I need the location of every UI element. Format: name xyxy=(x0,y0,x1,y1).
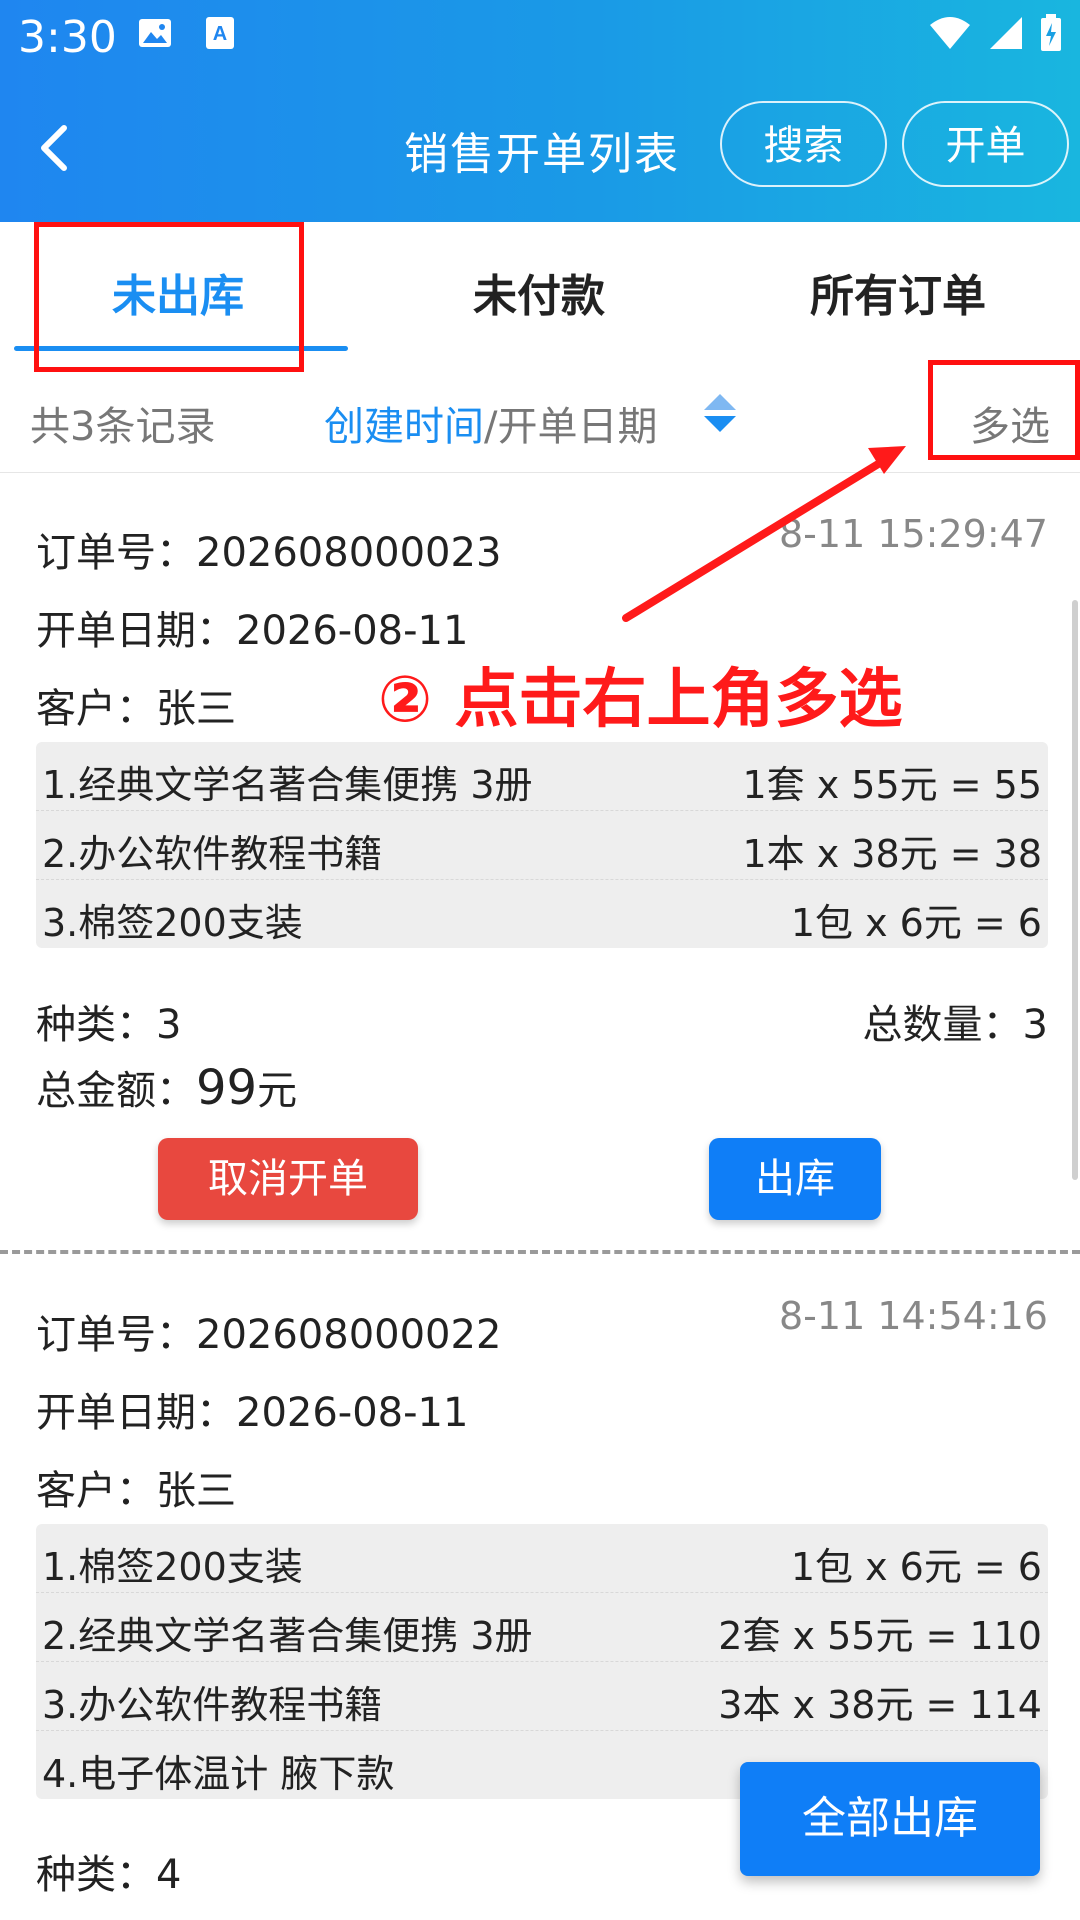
ship-order-button[interactable]: 出库 xyxy=(709,1138,881,1220)
filter-row: 共3条记录 创建时间/开单日期 多选 xyxy=(0,372,1080,473)
list-item: 3.棉签200支装 1包 x 6元 = 6 xyxy=(36,880,1048,948)
image-notification-icon xyxy=(139,19,171,47)
item-name: 2.办公软件教程书籍 xyxy=(42,832,383,876)
total-amount: 总金额：99元 xyxy=(36,1058,297,1116)
list-item: 2.办公软件教程书籍 1本 x 38元 = 38 xyxy=(36,811,1048,880)
keyboard-notification-icon: A xyxy=(206,17,234,49)
item-price: 1包 x 6元 = 6 xyxy=(790,901,1042,945)
status-time: 3:30 xyxy=(18,12,117,63)
sort-created-time[interactable]: 创建时间 xyxy=(324,404,484,450)
list-item: 3.办公软件教程书籍 3本 x 38元 = 114 xyxy=(36,1662,1048,1731)
total-quantity: 总数量：3 xyxy=(862,1002,1048,1048)
item-name: 1.棉签200支装 xyxy=(42,1545,303,1589)
annotation-highlight-tab xyxy=(34,222,304,372)
list-item: 1.棉签200支装 1包 x 6元 = 6 xyxy=(36,1524,1048,1593)
signal-icon xyxy=(990,17,1022,49)
total-amount-unit: 元 xyxy=(257,1068,298,1114)
item-price: 3本 x 38元 = 114 xyxy=(718,1683,1042,1727)
wifi-icon xyxy=(930,17,970,49)
item-list: 1.经典文学名著合集便携 3册 1套 x 55元 = 55 2.办公软件教程书籍… xyxy=(36,742,1048,948)
item-name: 2.经典文学名著合集便携 3册 xyxy=(42,1614,533,1658)
order-number: 订单号：202608000022 xyxy=(36,1312,502,1358)
item-kinds: 种类：4 xyxy=(36,1852,182,1898)
order-number: 订单号：202608000023 xyxy=(36,530,502,576)
total-amount-label: 总金额： xyxy=(36,1068,196,1114)
item-price: 1包 x 6元 = 6 xyxy=(790,1545,1042,1589)
item-price: 1本 x 38元 = 38 xyxy=(742,832,1042,876)
tab-all-orders[interactable]: 所有订单 xyxy=(810,260,986,324)
open-order-button[interactable]: 开单 xyxy=(902,101,1069,187)
order-time: 8-11 15:29:47 xyxy=(779,512,1048,556)
back-arrow-icon[interactable] xyxy=(30,118,80,178)
page-title: 销售开单列表 xyxy=(404,129,680,180)
item-name: 3.办公软件教程书籍 xyxy=(42,1683,383,1727)
item-price: 1套 x 55元 = 55 xyxy=(742,763,1042,807)
item-price: 2套 x 55元 = 110 xyxy=(718,1614,1042,1658)
customer-name: 客户：张三 xyxy=(36,1468,236,1514)
item-list: 1.棉签200支装 1包 x 6元 = 6 2.经典文学名著合集便携 3册 2套… xyxy=(36,1524,1048,1799)
app-header: 3:30 A 销售开单列表 搜索 开单 xyxy=(0,0,1080,222)
item-kinds: 种类：3 xyxy=(36,1002,182,1048)
item-name: 3.棉签200支装 xyxy=(42,901,303,945)
order-time: 8-11 14:54:16 xyxy=(779,1294,1048,1338)
item-name: 1.经典文学名著合集便携 3册 xyxy=(42,763,533,807)
battery-icon xyxy=(1041,14,1061,51)
search-button[interactable]: 搜索 xyxy=(720,101,887,187)
item-name: 4.电子体温计 腋下款 xyxy=(42,1752,395,1796)
customer-name: 客户：张三 xyxy=(36,686,236,732)
annotation-instruction: ② 点击右上角多选 xyxy=(378,663,903,737)
sort-order-date[interactable]: /开单日期 xyxy=(484,404,657,450)
record-count: 共3条记录 xyxy=(30,404,216,450)
scrollbar[interactable] xyxy=(1072,600,1078,1180)
total-amount-value: 99 xyxy=(196,1060,258,1116)
cancel-order-button[interactable]: 取消开单 xyxy=(158,1138,418,1220)
list-item: 2.经典文学名著合集便携 3册 2套 x 55元 = 110 xyxy=(36,1593,1048,1662)
ship-all-button[interactable]: 全部出库 xyxy=(740,1762,1040,1876)
status-icons xyxy=(928,14,1062,52)
annotation-highlight-multi-select xyxy=(928,360,1080,460)
tab-unpaid[interactable]: 未付款 xyxy=(473,260,605,324)
card-divider xyxy=(0,1250,1080,1254)
list-item: 1.经典文学名著合集便携 3册 1套 x 55元 = 55 xyxy=(36,742,1048,811)
sort-toggle-icon[interactable] xyxy=(702,392,738,434)
order-date: 开单日期：2026-08-11 xyxy=(36,1390,469,1436)
svg-text:A: A xyxy=(213,23,227,45)
sort-selector[interactable]: 创建时间/开单日期 xyxy=(324,394,657,452)
